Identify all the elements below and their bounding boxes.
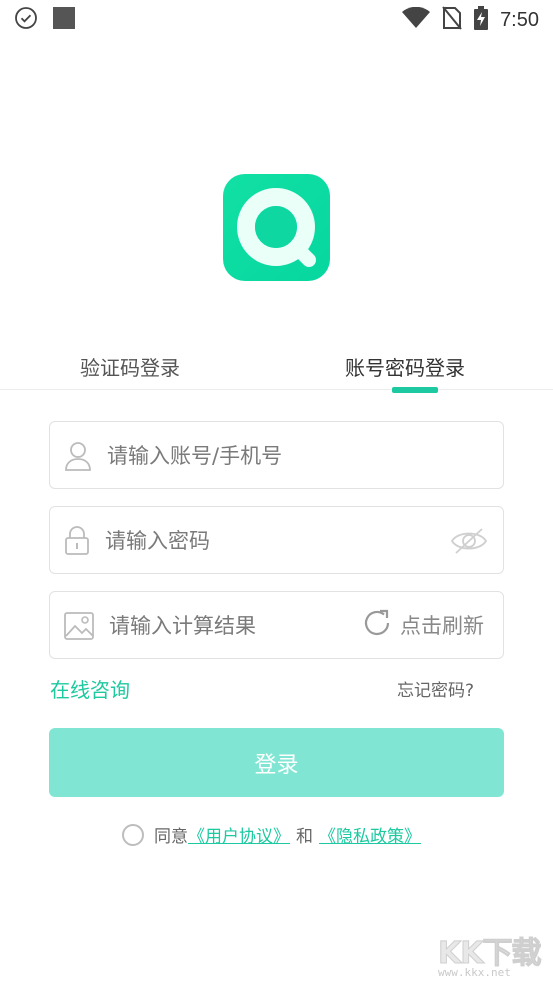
status-time: 7:50 bbox=[500, 8, 539, 31]
captcha-input[interactable] bbox=[109, 610, 349, 642]
forgot-password-link[interactable]: 忘记密码? bbox=[397, 676, 474, 701]
watermark: KK下载 www.kkx.net bbox=[438, 928, 542, 980]
account-input[interactable] bbox=[107, 440, 447, 472]
login-tabs: 验证码登录 账号密码登录 bbox=[0, 340, 553, 393]
refresh-captcha-button[interactable]: 点击刷新 bbox=[362, 608, 484, 642]
watermark-url: www.kkx.net bbox=[438, 966, 511, 979]
tab-sms-login[interactable]: 验证码登录 bbox=[80, 352, 180, 381]
agreement-row: 同意 《用户协议》 和 《隐私政策》 bbox=[122, 822, 421, 847]
battery-charging-icon bbox=[474, 6, 489, 34]
password-input[interactable] bbox=[105, 525, 445, 557]
agree-and: 和 bbox=[296, 827, 313, 847]
agree-checkbox[interactable] bbox=[122, 823, 144, 846]
image-icon bbox=[64, 612, 94, 644]
account-field bbox=[49, 421, 504, 489]
square-notification-icon bbox=[52, 6, 76, 34]
agree-prefix: 同意 bbox=[154, 827, 188, 847]
user-agreement-link[interactable]: 《用户协议》 bbox=[188, 822, 290, 847]
captcha-field: 点击刷新 bbox=[49, 591, 504, 659]
eye-off-icon[interactable] bbox=[450, 527, 488, 559]
no-sim-icon bbox=[442, 6, 462, 34]
online-consult-link[interactable]: 在线咨询 bbox=[50, 674, 130, 703]
active-tab-indicator bbox=[392, 387, 438, 393]
check-circle-icon bbox=[14, 6, 38, 34]
lock-icon bbox=[65, 525, 89, 559]
password-field bbox=[49, 506, 504, 574]
privacy-policy-link[interactable]: 《隐私政策》 bbox=[319, 822, 421, 847]
refresh-icon bbox=[362, 608, 392, 642]
wifi-icon bbox=[402, 6, 431, 33]
tab-password-login[interactable]: 账号密码登录 bbox=[345, 352, 465, 381]
app-logo-icon bbox=[223, 174, 330, 281]
status-bar: 7:50 bbox=[0, 0, 553, 40]
login-button[interactable]: 登录 bbox=[49, 728, 504, 797]
user-icon bbox=[64, 441, 92, 475]
refresh-label: 点击刷新 bbox=[400, 614, 484, 638]
